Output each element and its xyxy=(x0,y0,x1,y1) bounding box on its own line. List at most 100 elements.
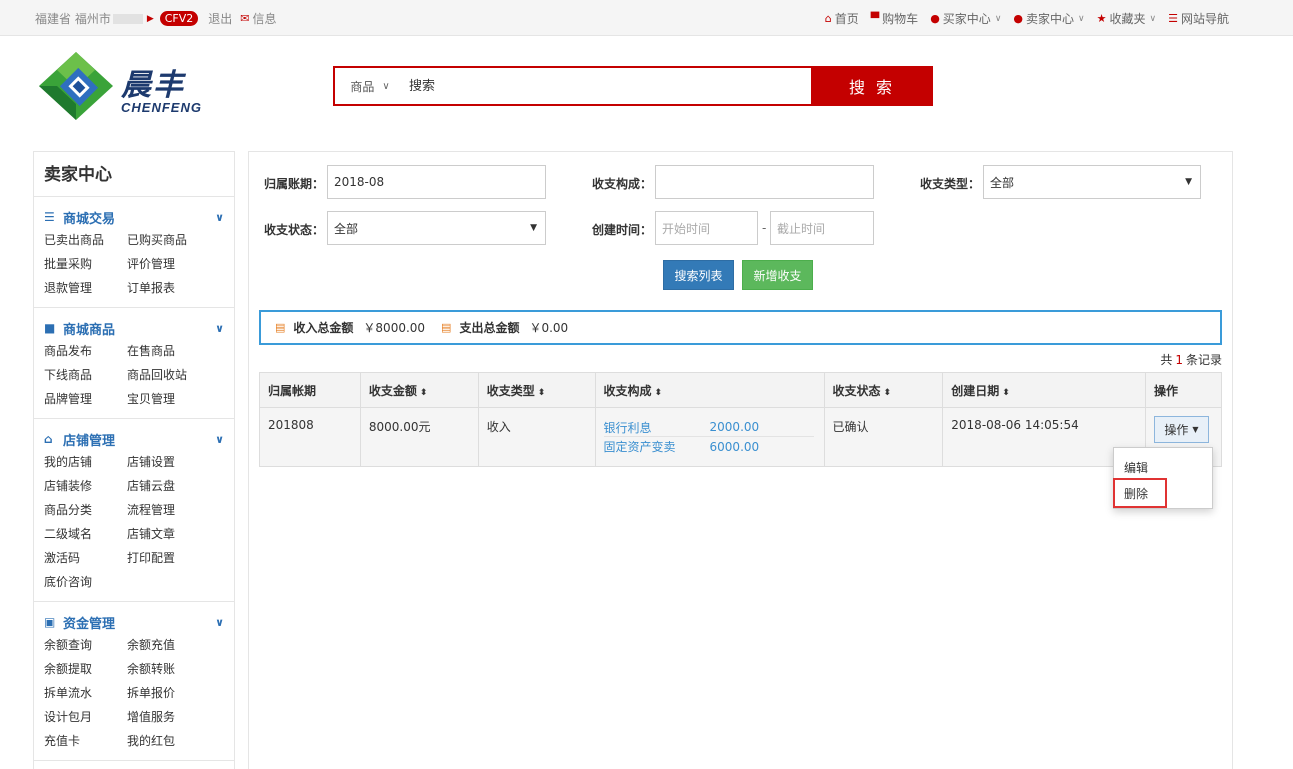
action-button-label: 操作 xyxy=(1164,423,1189,437)
envelope-icon: ✉ xyxy=(240,12,250,25)
sidebar-group-funds: ▣ 资金管理 ∨ 余额查询 余额充值 余额提取 余额转账 拆单流水 拆单报价 设… xyxy=(34,602,234,761)
col-action: 操作 xyxy=(1144,372,1223,408)
action-dropdown-button[interactable]: 操作 ▼ xyxy=(1153,416,1209,443)
col-status[interactable]: 收支状态 ⬍ xyxy=(823,372,944,408)
location-caret-icon[interactable]: ▶ xyxy=(147,14,154,24)
nav-cart[interactable]: ▀ 购物车 xyxy=(871,10,918,27)
sidebar-item[interactable]: 打印配置 xyxy=(127,549,210,567)
sidebar-group-header[interactable]: ▣ 资金管理 ∨ xyxy=(44,614,224,632)
sort-icon[interactable]: ⬍ xyxy=(420,388,428,398)
sidebar-item[interactable]: 在售商品 xyxy=(127,342,210,360)
search-input[interactable] xyxy=(405,68,811,104)
sidebar-item[interactable]: 店铺装修 xyxy=(44,477,127,495)
col-type[interactable]: 收支类型 ⬍ xyxy=(477,372,596,408)
col-amount-label: 收支金额 xyxy=(368,383,417,398)
sidebar-item[interactable]: 流程管理 xyxy=(127,501,210,519)
nav-home-label: 首页 xyxy=(834,12,859,26)
sidebar-item[interactable]: 评价管理 xyxy=(127,255,210,273)
sidebar-group-goods: ■ 商城商品 ∨ 商品发布 在售商品 下线商品 商品回收站 品牌管理 宝贝管理 xyxy=(34,308,234,419)
add-record-button[interactable]: 新增收支 xyxy=(742,260,813,290)
sidebar-item[interactable]: 我的红包 xyxy=(127,732,210,750)
sidebar-item[interactable]: 余额充值 xyxy=(127,636,210,654)
search-list-button[interactable]: 搜索列表 xyxy=(663,260,734,290)
col-status-label: 收支状态 xyxy=(832,383,881,398)
sort-icon[interactable]: ⬍ xyxy=(538,388,546,398)
sidebar-item[interactable]: 订单报表 xyxy=(127,279,210,297)
nav-favorites[interactable]: ★ 收藏夹 ∨ xyxy=(1097,10,1156,27)
sidebar-item[interactable]: 余额查询 xyxy=(44,636,127,654)
sidebar-item[interactable]: 宝贝管理 xyxy=(127,390,210,408)
type-select[interactable]: 全部 ▼ xyxy=(983,165,1201,199)
chevron-down-icon[interactable]: ∨ xyxy=(215,616,224,629)
location-text[interactable]: 福建省 福州市 xyxy=(35,10,111,27)
money-icon: ▣ xyxy=(44,615,56,629)
search-button[interactable]: 搜 索 xyxy=(811,66,933,106)
logout-link[interactable]: 退出 xyxy=(208,10,232,27)
menu-item-edit[interactable]: 编辑 xyxy=(1124,459,1148,476)
sidebar-items: 商品发布 在售商品 下线商品 商品回收站 品牌管理 宝贝管理 xyxy=(44,342,224,408)
sidebar-item[interactable]: 余额转账 xyxy=(127,660,210,678)
sidebar-item[interactable]: 已卖出商品 xyxy=(44,231,127,249)
record-count-prefix: 共 xyxy=(1160,353,1173,367)
nav-site-map[interactable]: ☰ 网站导航 xyxy=(1168,10,1229,27)
sidebar-item[interactable]: 充值卡 xyxy=(44,732,127,750)
sidebar-item[interactable]: 拆单报价 xyxy=(127,684,210,702)
sidebar-item[interactable]: 商品分类 xyxy=(44,501,127,519)
sort-icon[interactable]: ⬍ xyxy=(1002,388,1010,398)
chevron-down-icon[interactable]: ∨ xyxy=(215,322,224,335)
search-category-select[interactable]: 商品 ∨ xyxy=(335,68,405,104)
sidebar-item[interactable]: 我的店铺 xyxy=(44,453,127,471)
nav-seller-center[interactable]: ● 卖家中心 ∨ xyxy=(1013,10,1084,27)
sidebar-item[interactable]: 店铺设置 xyxy=(127,453,210,471)
sidebar-item[interactable]: 商品发布 xyxy=(44,342,127,360)
col-created[interactable]: 创建日期 ⬍ xyxy=(942,372,1146,408)
sidebar-item[interactable]: 增值服务 xyxy=(127,708,210,726)
composition-item[interactable]: 银行利息 2000.00 xyxy=(603,418,814,437)
col-period: 归属帐期 xyxy=(259,372,361,408)
sidebar-item[interactable]: 设计包月 xyxy=(44,708,127,726)
records-table: 归属帐期 收支金额 ⬍ 收支类型 ⬍ 收支构成 ⬍ 收支状态 ⬍ 创建日期 ⬍ 操作 20… xyxy=(259,372,1223,467)
main-panel: 归属账期： 2018-08 收支构成： 收支类型： 全部 ▼ 收支状态： 全部 ▼ … xyxy=(248,151,1233,769)
logo-text-en: CHENFENG xyxy=(121,100,202,115)
sidebar-item[interactable]: 拆单流水 xyxy=(44,684,127,702)
message-link[interactable]: 信息 xyxy=(253,10,277,27)
composition-input[interactable] xyxy=(655,165,874,199)
end-date-input[interactable]: 截止时间 xyxy=(770,211,874,245)
nav-buyer-center[interactable]: ● 买家中心 ∨ xyxy=(930,10,1001,27)
col-amount[interactable]: 收支金额 ⬍ xyxy=(359,372,479,408)
site-logo[interactable]: 晨丰 CHENFENG xyxy=(35,48,225,124)
composition-label: 收支构成： xyxy=(592,177,653,191)
sidebar-item[interactable]: 余额提取 xyxy=(44,660,127,678)
sidebar-item[interactable]: 退款管理 xyxy=(44,279,127,297)
chevron-down-icon[interactable]: ∨ xyxy=(215,211,224,224)
sidebar-item[interactable]: 激活码 xyxy=(44,549,127,567)
caret-down-icon: ▼ xyxy=(1192,425,1199,434)
status-select[interactable]: 全部 ▼ xyxy=(327,211,546,245)
composition-name: 固定资产变卖 xyxy=(603,440,676,454)
start-date-input[interactable]: 开始时间 xyxy=(655,211,758,245)
sort-icon[interactable]: ⬍ xyxy=(884,388,892,398)
sidebar-item[interactable]: 品牌管理 xyxy=(44,390,127,408)
period-input[interactable]: 2018-08 xyxy=(327,165,546,199)
sort-icon[interactable]: ⬍ xyxy=(655,388,663,398)
sidebar-group-store: ⌂ 店铺管理 ∨ 我的店铺 店铺设置 店铺装修 店铺云盘 商品分类 流程管理 二… xyxy=(34,419,234,602)
sidebar-group-header[interactable]: ☰ 商城交易 ∨ xyxy=(44,209,224,227)
chevron-down-icon: ∨ xyxy=(382,80,390,92)
sidebar-group-header[interactable]: ⌂ 店铺管理 ∨ xyxy=(44,431,224,449)
sidebar-item[interactable]: 下线商品 xyxy=(44,366,127,384)
sidebar-item[interactable]: 店铺云盘 xyxy=(127,477,210,495)
composition-item[interactable]: 固定资产变卖 6000.00 xyxy=(604,437,814,456)
col-composition[interactable]: 收支构成 ⬍ xyxy=(594,372,825,408)
sidebar-item[interactable]: 已购买商品 xyxy=(127,231,210,249)
sidebar-item[interactable]: 店铺文章 xyxy=(127,525,210,543)
nav-home[interactable]: ⌂ 首页 xyxy=(825,10,859,27)
sidebar-group-header[interactable]: ■ 商城商品 ∨ xyxy=(44,320,224,338)
chevron-down-icon[interactable]: ∨ xyxy=(215,433,224,446)
sidebar-item[interactable]: 底价咨询 xyxy=(44,573,127,591)
list-icon: ☰ xyxy=(1168,12,1178,25)
end-date-placeholder: 截止时间 xyxy=(777,221,826,236)
sidebar-item[interactable]: 商品回收站 xyxy=(127,366,210,384)
sidebar-item[interactable]: 批量采购 xyxy=(44,255,127,273)
sidebar-item[interactable]: 二级域名 xyxy=(44,525,127,543)
star-icon: ★ xyxy=(1096,12,1107,25)
